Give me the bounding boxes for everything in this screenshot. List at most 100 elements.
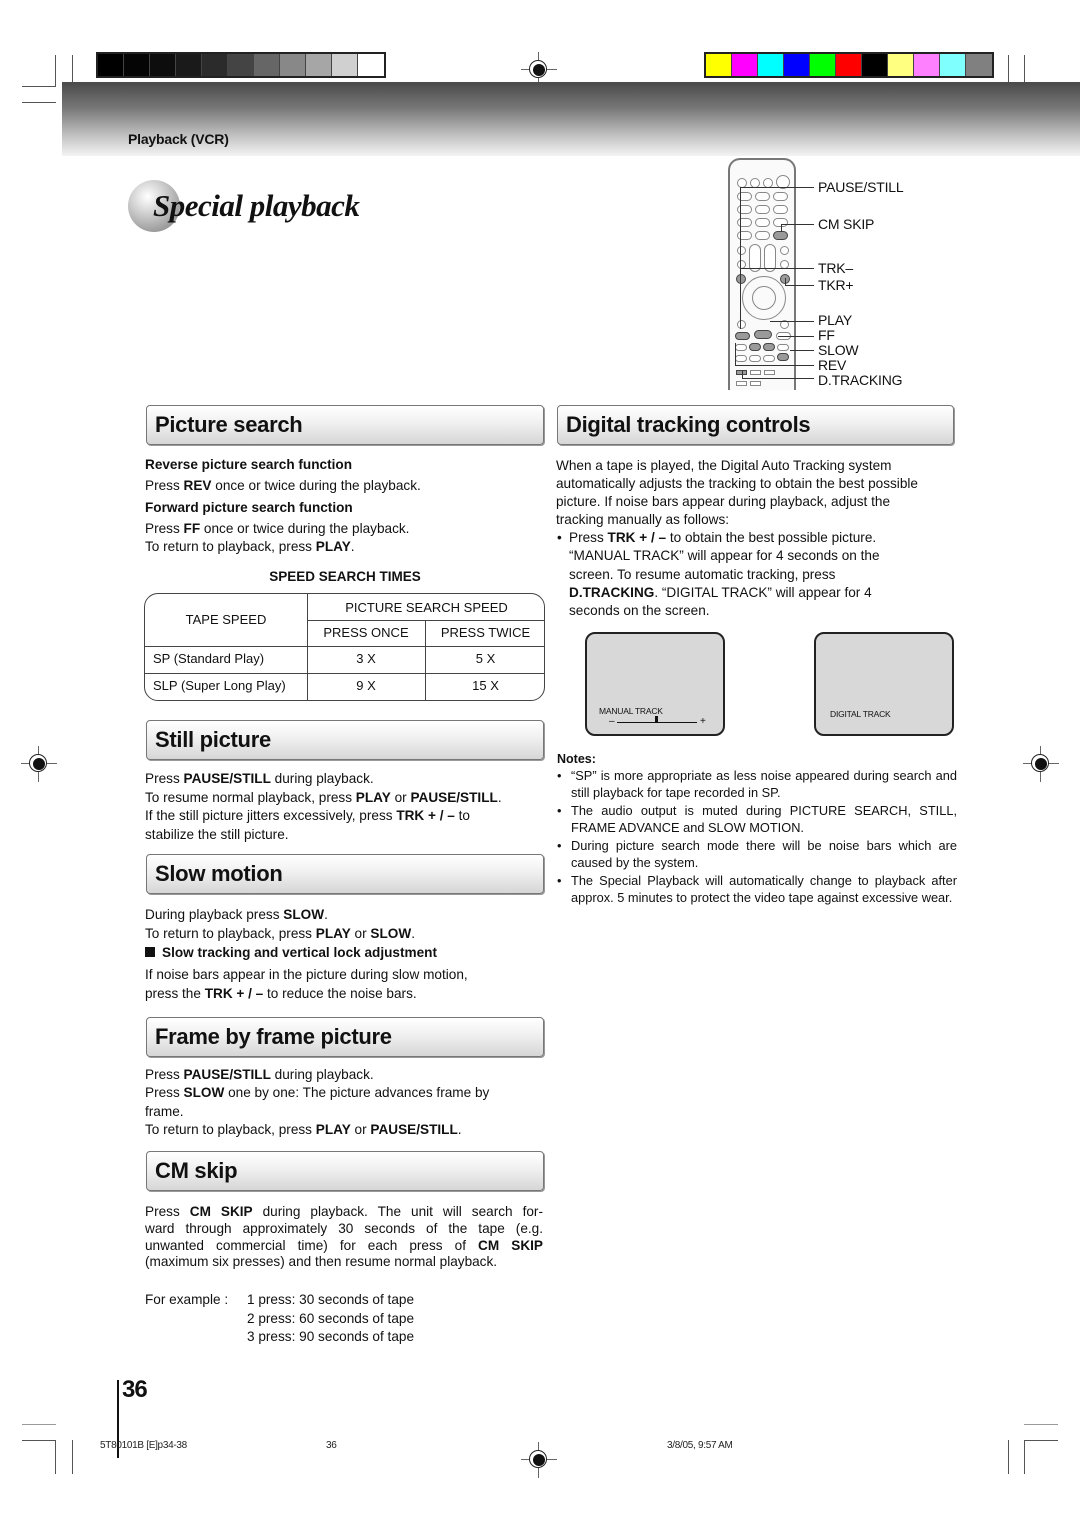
section-title: Picture search xyxy=(155,412,303,437)
header-cell: TAPE SPEED xyxy=(185,612,267,627)
frame-text-3: frame. xyxy=(145,1104,184,1119)
table-title: SPEED SEARCH TIMES xyxy=(269,569,421,584)
remote-label-trk-minus: TRK– xyxy=(818,260,853,276)
remote-label-slow: SLOW xyxy=(818,342,859,358)
table-cell: 5 X xyxy=(475,651,496,666)
color-swatch xyxy=(914,54,940,76)
color-swatch xyxy=(862,54,888,76)
dt-bullet-3: screen. To resume automatic tracking, pr… xyxy=(569,567,836,582)
crop-mark xyxy=(1008,1440,1009,1474)
color-swatch xyxy=(966,54,992,76)
color-swatch xyxy=(940,54,966,76)
table-cell: SLP (Super Long Play) xyxy=(153,678,286,693)
table-cell: 15 X xyxy=(472,678,499,693)
color-calibration-strip xyxy=(704,52,994,78)
slow-text-2: To return to playback, press PLAY or SLO… xyxy=(145,926,415,941)
cm-text-2: ward through approximately 30 seconds of… xyxy=(145,1221,543,1236)
gray-swatch xyxy=(254,54,280,76)
notes-title: Notes: xyxy=(557,752,596,766)
remote-label-ff: FF xyxy=(818,327,835,343)
still-text-1: Press PAUSE/STILL during playback. xyxy=(145,771,374,786)
cm-text-4: (maximum six presses) and then resume no… xyxy=(145,1254,498,1269)
section-header-still-picture: Still picture xyxy=(146,720,544,760)
example-item: 3 press: 90 seconds of tape xyxy=(247,1329,415,1344)
slow-text-1: During playback press SLOW. xyxy=(145,907,328,922)
note-item: • The Special Playback will automatically… xyxy=(557,873,957,906)
reverse-search-title: Reverse picture search function xyxy=(145,457,352,472)
gray-swatch xyxy=(358,54,384,76)
pause-still-key xyxy=(735,332,750,340)
page-number: 36 xyxy=(122,1376,148,1403)
file-reference: 5T80101B [E]p34-38 xyxy=(100,1440,187,1451)
cm-skip-key xyxy=(773,231,788,240)
page-title: Special playback xyxy=(153,188,360,223)
note-item: • The audio output is muted during PICTUR… xyxy=(557,803,957,836)
footer-page-reference: 36 xyxy=(326,1440,337,1451)
gray-swatch xyxy=(176,54,202,76)
section-header-digital-tracking: Digital tracking controls xyxy=(557,405,954,445)
dt-bullet-4: D.TRACKING. “DIGITAL TRACK” will appear … xyxy=(569,585,872,600)
slow-subheading: Slow tracking and vertical lock adjustme… xyxy=(145,945,437,960)
play-key xyxy=(754,330,772,339)
dt-intro-2: automatically adjusts the tracking to ob… xyxy=(556,476,918,491)
header-cell: PRESS TWICE xyxy=(440,625,531,640)
manual-track-label: MANUAL TRACK xyxy=(599,706,663,716)
still-text-4: stabilize the still picture. xyxy=(145,827,289,842)
crop-mark xyxy=(1024,1424,1058,1425)
slow-text-3: If noise bars appear in the picture duri… xyxy=(145,967,468,982)
example-label: For example : xyxy=(145,1292,229,1307)
frame-text-2: Press SLOW one by one: The picture advan… xyxy=(145,1085,490,1100)
dt-bullet-1: Press TRK + / – to obtain the best possi… xyxy=(569,530,877,545)
remote-label-rev: REV xyxy=(818,357,847,373)
section-header-cm-skip: CM skip xyxy=(146,1151,544,1191)
speed-search-table: TAPE SPEED PICTURE SEARCH SPEED PRESS ON… xyxy=(144,593,545,701)
remote-control-diagram xyxy=(728,158,796,390)
remote-label-cm-skip: CM SKIP xyxy=(818,216,875,232)
frame-text-1: Press PAUSE/STILL during playback. xyxy=(145,1067,374,1082)
digital-track-label: DIGITAL TRACK xyxy=(830,709,891,719)
bullet-icon: • xyxy=(557,530,562,545)
grayscale-calibration-strip xyxy=(96,52,386,78)
dt-intro-3: picture. If noise bars appear during pla… xyxy=(556,494,891,509)
registration-target-icon xyxy=(21,746,57,782)
dt-bullet-2: “MANUAL TRACK” will appear for 4 seconds… xyxy=(569,548,880,563)
gray-swatch xyxy=(98,54,124,76)
digital-track-screen: DIGITAL TRACK xyxy=(814,632,954,736)
gray-swatch xyxy=(332,54,358,76)
slow-key xyxy=(777,353,789,361)
plus-icon: + xyxy=(700,716,706,727)
color-swatch xyxy=(784,54,810,76)
remote-label-pause-still: PAUSE/STILL xyxy=(818,179,904,195)
section-title: CM skip xyxy=(155,1158,238,1183)
minus-icon: – xyxy=(609,716,615,727)
section-title: Frame by frame picture xyxy=(155,1024,392,1049)
color-swatch xyxy=(732,54,758,76)
still-text-2: To resume normal playback, press PLAY or… xyxy=(145,790,502,805)
square-bullet-icon xyxy=(145,947,155,957)
registration-target-icon xyxy=(1023,746,1059,782)
cm-text-1: Press CM SKIP during playback. The unit … xyxy=(145,1204,543,1219)
breadcrumb: Playback (VCR) xyxy=(128,131,229,147)
note-item: • “SP” is more appropriate as less noise … xyxy=(557,768,957,801)
crop-mark xyxy=(72,1440,73,1474)
crop-mark xyxy=(55,55,56,87)
registration-target-icon xyxy=(521,52,557,88)
header-cell: PRESS ONCE xyxy=(323,625,409,640)
dt-intro-1: When a tape is played, the Digital Auto … xyxy=(556,458,892,473)
frame-text-4: To return to playback, press PLAY or PAU… xyxy=(145,1122,462,1137)
gray-swatch xyxy=(228,54,254,76)
section-title: Still picture xyxy=(155,727,271,752)
gray-swatch xyxy=(202,54,228,76)
color-swatch xyxy=(706,54,732,76)
ff-key xyxy=(763,343,775,351)
forward-search-title: Forward picture search function xyxy=(145,500,353,515)
dt-bullet-5: seconds on the screen. xyxy=(569,603,710,618)
reverse-search-text: Press REV once or twice during the playb… xyxy=(145,478,421,493)
section-header-slow-motion: Slow motion xyxy=(146,854,544,894)
crop-mark xyxy=(1024,1440,1025,1474)
color-swatch xyxy=(810,54,836,76)
table-cell: 3 X xyxy=(356,651,376,666)
table-cell: 9 X xyxy=(356,678,376,693)
gray-swatch xyxy=(306,54,332,76)
remote-label-play: PLAY xyxy=(818,312,852,328)
